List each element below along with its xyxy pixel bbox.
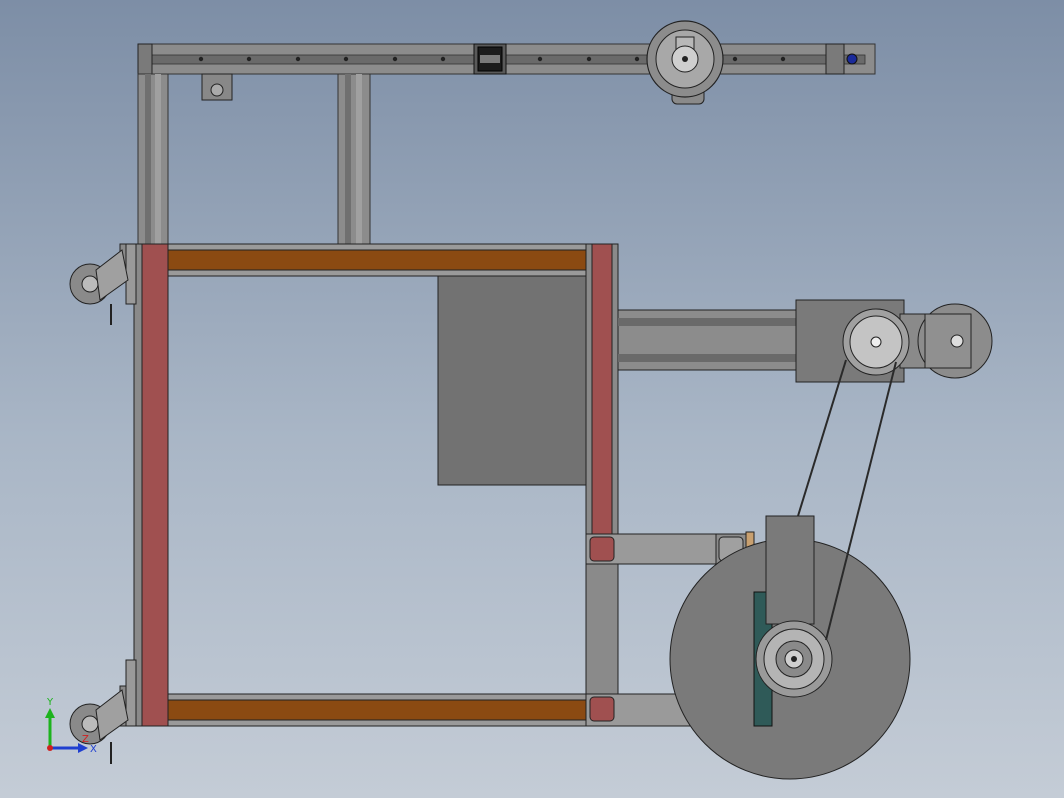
z-axis-dot (47, 745, 53, 751)
x-axis-label: X (90, 744, 97, 755)
cad-viewport[interactable]: Y X Z (0, 0, 1064, 798)
rail-end-knob[interactable] (846, 53, 858, 65)
frame-top-plank (167, 249, 587, 271)
left-upper-post (137, 73, 169, 245)
side-arm[interactable] (617, 299, 993, 383)
center-upper-post (337, 73, 371, 245)
frame-left-rail (133, 243, 143, 727)
rail-left-end-cap (137, 43, 153, 75)
mounting-plate[interactable] (437, 275, 587, 486)
top-linear-rail[interactable] (137, 20, 876, 105)
rail-groove (149, 54, 866, 65)
top-rail-pulley[interactable] (646, 20, 724, 105)
frame-left-brace (141, 243, 169, 727)
z-axis-label: Z (82, 734, 89, 745)
y-axis-label: Y (46, 697, 54, 708)
main-frame (133, 243, 619, 727)
rail-right-end-cap (825, 43, 845, 75)
rail-carriage[interactable] (473, 43, 507, 75)
frame-right-brace (591, 243, 613, 535)
frame-bottom-plank (167, 699, 587, 721)
rail-mount-bracket (201, 73, 233, 101)
caster-top-left (69, 243, 137, 325)
